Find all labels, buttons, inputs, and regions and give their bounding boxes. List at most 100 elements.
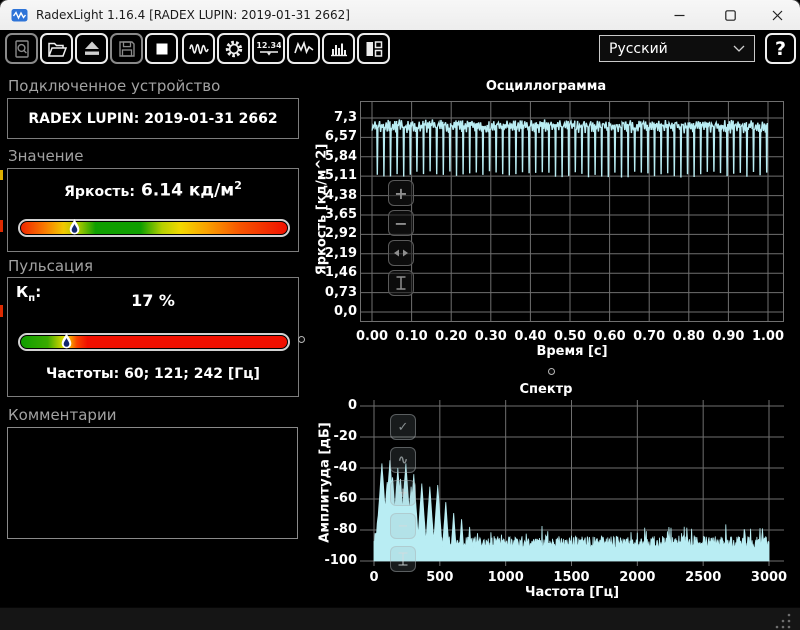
spec-x-tick-label: 1000 xyxy=(487,570,524,585)
pulsation-box: Кп: 17 % Частоты: 60; 121; 242 [Гц] xyxy=(7,277,299,397)
edge-artifact xyxy=(0,305,3,317)
spec-y-tick-label: -100 xyxy=(324,553,357,568)
osc-x-tick-label: 0.00 xyxy=(355,329,389,344)
spectrum-plot xyxy=(360,400,784,566)
osc-y-tick-label: 6,57 xyxy=(324,129,357,145)
value-panel-header: Значение xyxy=(8,147,84,165)
spec-x-tick-label: 0 xyxy=(369,570,379,585)
osc-y-tick-label: 0,0 xyxy=(333,304,357,319)
osc-x-tick-label: 0.30 xyxy=(474,329,507,344)
brightness-gradient xyxy=(21,222,287,234)
chart-splitter-handle[interactable] xyxy=(548,368,555,375)
spec-zoom-out-button[interactable]: − xyxy=(390,513,416,539)
stop-square-icon xyxy=(156,43,167,54)
settings-button[interactable] xyxy=(217,33,250,64)
spec-x-tick-label: 3000 xyxy=(750,570,788,585)
brightness-value: 6.14 кд/м2 xyxy=(141,179,242,201)
panel-splitter-handle[interactable] xyxy=(298,336,305,343)
help-button[interactable]: ? xyxy=(765,33,796,64)
osc-y-tick-label: 0,73 xyxy=(324,284,357,300)
floppy-disk-icon xyxy=(118,40,135,57)
edge-artifact xyxy=(0,220,3,232)
preview-button[interactable] xyxy=(5,33,38,64)
spec-x-tick-label: 1500 xyxy=(553,570,590,585)
osc-y-tick-label: 1,46 xyxy=(324,265,357,281)
comments-panel-header: Комментарии xyxy=(8,406,117,424)
pulsation-marker-droplet-icon xyxy=(61,332,72,354)
spec-y-tick-label: -20 xyxy=(333,429,358,444)
osc-fit-horizontal-button[interactable] xyxy=(388,240,414,266)
digits-icon: 12.34 xyxy=(257,41,281,56)
value-box: Яркость: 6.14 кд/м2 xyxy=(7,168,299,252)
spectrum-title: Спектр xyxy=(519,382,573,397)
resize-grip[interactable] xyxy=(770,610,792,630)
spectrum-view-button[interactable] xyxy=(322,33,355,64)
osc-y-tick-label: 2,19 xyxy=(324,245,357,261)
numeric-display-button[interactable]: 12.34 xyxy=(252,33,285,64)
osc-x-tick-label: 0.50 xyxy=(553,329,587,344)
maximize-button[interactable] xyxy=(707,0,753,30)
spec-y-tick-label: -40 xyxy=(333,460,358,475)
eject-button[interactable] xyxy=(75,33,108,64)
kp-value: 17 % xyxy=(131,291,175,310)
oscillogram-title: Осциллограмма xyxy=(485,79,607,94)
spec-select-check-button[interactable]: ✓ xyxy=(390,414,416,440)
device-box: RADEX LUPIN: 2019-01-31 2662 xyxy=(7,98,299,139)
osc-y-tick-label: 4,38 xyxy=(324,187,357,203)
oscillogram-plot xyxy=(360,101,784,322)
pulsation-panel-header: Пульсация xyxy=(8,257,94,275)
osc-x-tick-label: 0.90 xyxy=(712,329,745,344)
device-panel-header: Подключенное устройство xyxy=(8,77,221,95)
comments-input[interactable] xyxy=(7,427,298,539)
brightness-value-sup: 2 xyxy=(234,179,242,192)
line-chart-icon xyxy=(293,40,313,54)
spec-y-tick-label: -80 xyxy=(333,522,358,537)
toolbar: 12.34 Русский ? xyxy=(0,30,800,70)
oscillogram-x-axis-label: Время [с] xyxy=(536,344,608,359)
app-icon xyxy=(11,8,28,23)
panels-icon xyxy=(366,40,382,57)
curve-view-button[interactable] xyxy=(287,33,320,64)
spec-fit-vertical-button[interactable] xyxy=(390,546,416,572)
window-title: RadexLight 1.16.4 [RADEX LUPIN: 2019-01-… xyxy=(36,8,350,22)
osc-x-tick-label: 0.60 xyxy=(593,329,626,344)
bar-chart-icon xyxy=(330,43,347,56)
spec-x-tick-label: 500 xyxy=(426,570,454,585)
osc-y-tick-label: 5,11 xyxy=(324,168,357,184)
oscillogram-view-button[interactable] xyxy=(182,33,215,64)
osc-x-tick-label: 0.40 xyxy=(514,329,547,344)
brightness-scale xyxy=(18,219,290,237)
frequencies-text: Частоты: 60; 121; 242 [Гц] xyxy=(46,366,260,382)
brightness-readout: Яркость: 6.14 кд/м2 xyxy=(8,179,298,201)
osc-fit-vertical-button[interactable] xyxy=(388,270,414,296)
osc-x-tick-label: 0.20 xyxy=(435,329,468,344)
eject-icon xyxy=(84,41,99,55)
save-button[interactable] xyxy=(110,33,143,64)
osc-zoom-in-button[interactable]: + xyxy=(388,180,414,206)
osc-y-tick-label: 5,84 xyxy=(324,148,357,164)
osc-x-tick-label: 0.70 xyxy=(633,329,666,344)
waveform-icon xyxy=(188,43,209,54)
brightness-value-text: 6.14 кд/м xyxy=(140,180,235,201)
brightness-marker-droplet-icon xyxy=(69,218,80,240)
device-name: RADEX LUPIN: 2019-01-31 2662 xyxy=(28,110,278,127)
stop-button[interactable] xyxy=(145,33,178,64)
spec-y-tick-label: 0 xyxy=(347,398,357,413)
spec-wave-mode-button[interactable]: ∿ xyxy=(390,447,416,473)
language-select[interactable]: Русский xyxy=(599,35,755,62)
help-label: ? xyxy=(774,37,787,60)
close-button[interactable] xyxy=(754,0,800,30)
language-select-value: Русский xyxy=(609,40,668,57)
spec-zoom-in-button[interactable]: + xyxy=(390,480,416,506)
magnifier-document-icon xyxy=(14,39,29,58)
minimize-button[interactable] xyxy=(656,0,702,30)
chevron-down-icon xyxy=(733,45,745,52)
osc-x-tick-label: 0.80 xyxy=(672,329,705,344)
osc-y-tick-label: 2,92 xyxy=(324,226,357,242)
layout-view-button[interactable] xyxy=(357,33,390,64)
fit-horizontal-icon xyxy=(394,249,408,257)
fit-vertical-icon xyxy=(398,552,408,566)
open-button[interactable] xyxy=(40,33,73,64)
gear-icon xyxy=(225,40,242,57)
osc-zoom-out-button[interactable]: − xyxy=(388,210,414,236)
